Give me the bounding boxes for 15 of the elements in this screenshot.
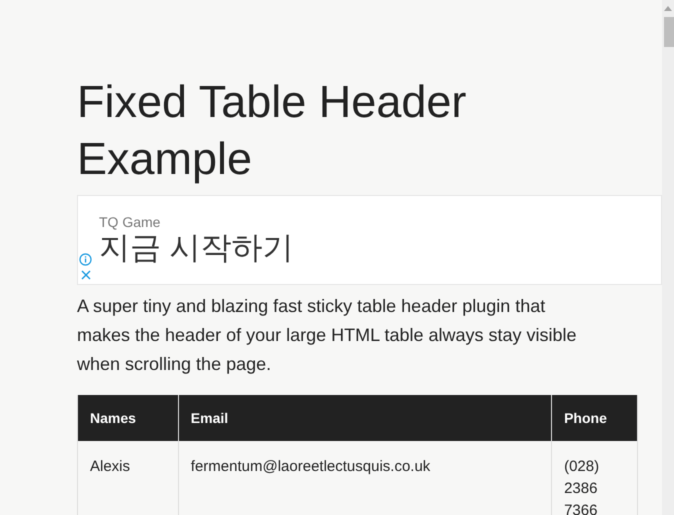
close-icon[interactable] (81, 270, 91, 280)
scroll-thumb[interactable] (664, 17, 674, 47)
column-header: Names (78, 395, 178, 441)
column-header: Email (178, 395, 552, 441)
ad-headline: 지금 시작하기 (99, 231, 295, 265)
scrollbar[interactable] (662, 0, 674, 515)
intro-paragraph: A super tiny and blazing fast sticky table header plugin that makes the header of your large HTML table always stay visible when scrolling the page. (77, 295, 577, 376)
table-cell: fermentum@laoreetlectusquis.co.uk (178, 441, 552, 515)
page-title: Fixed Table Header Example (77, 75, 468, 186)
table-cell: (028) 2386 7366 (552, 441, 638, 515)
table-cell: Alexis (78, 441, 178, 515)
info-icon[interactable] (79, 253, 92, 266)
scroll-up-icon[interactable] (664, 6, 672, 11)
column-header: Phone (552, 395, 638, 441)
advertiser-name: TQ Game (99, 213, 162, 231)
